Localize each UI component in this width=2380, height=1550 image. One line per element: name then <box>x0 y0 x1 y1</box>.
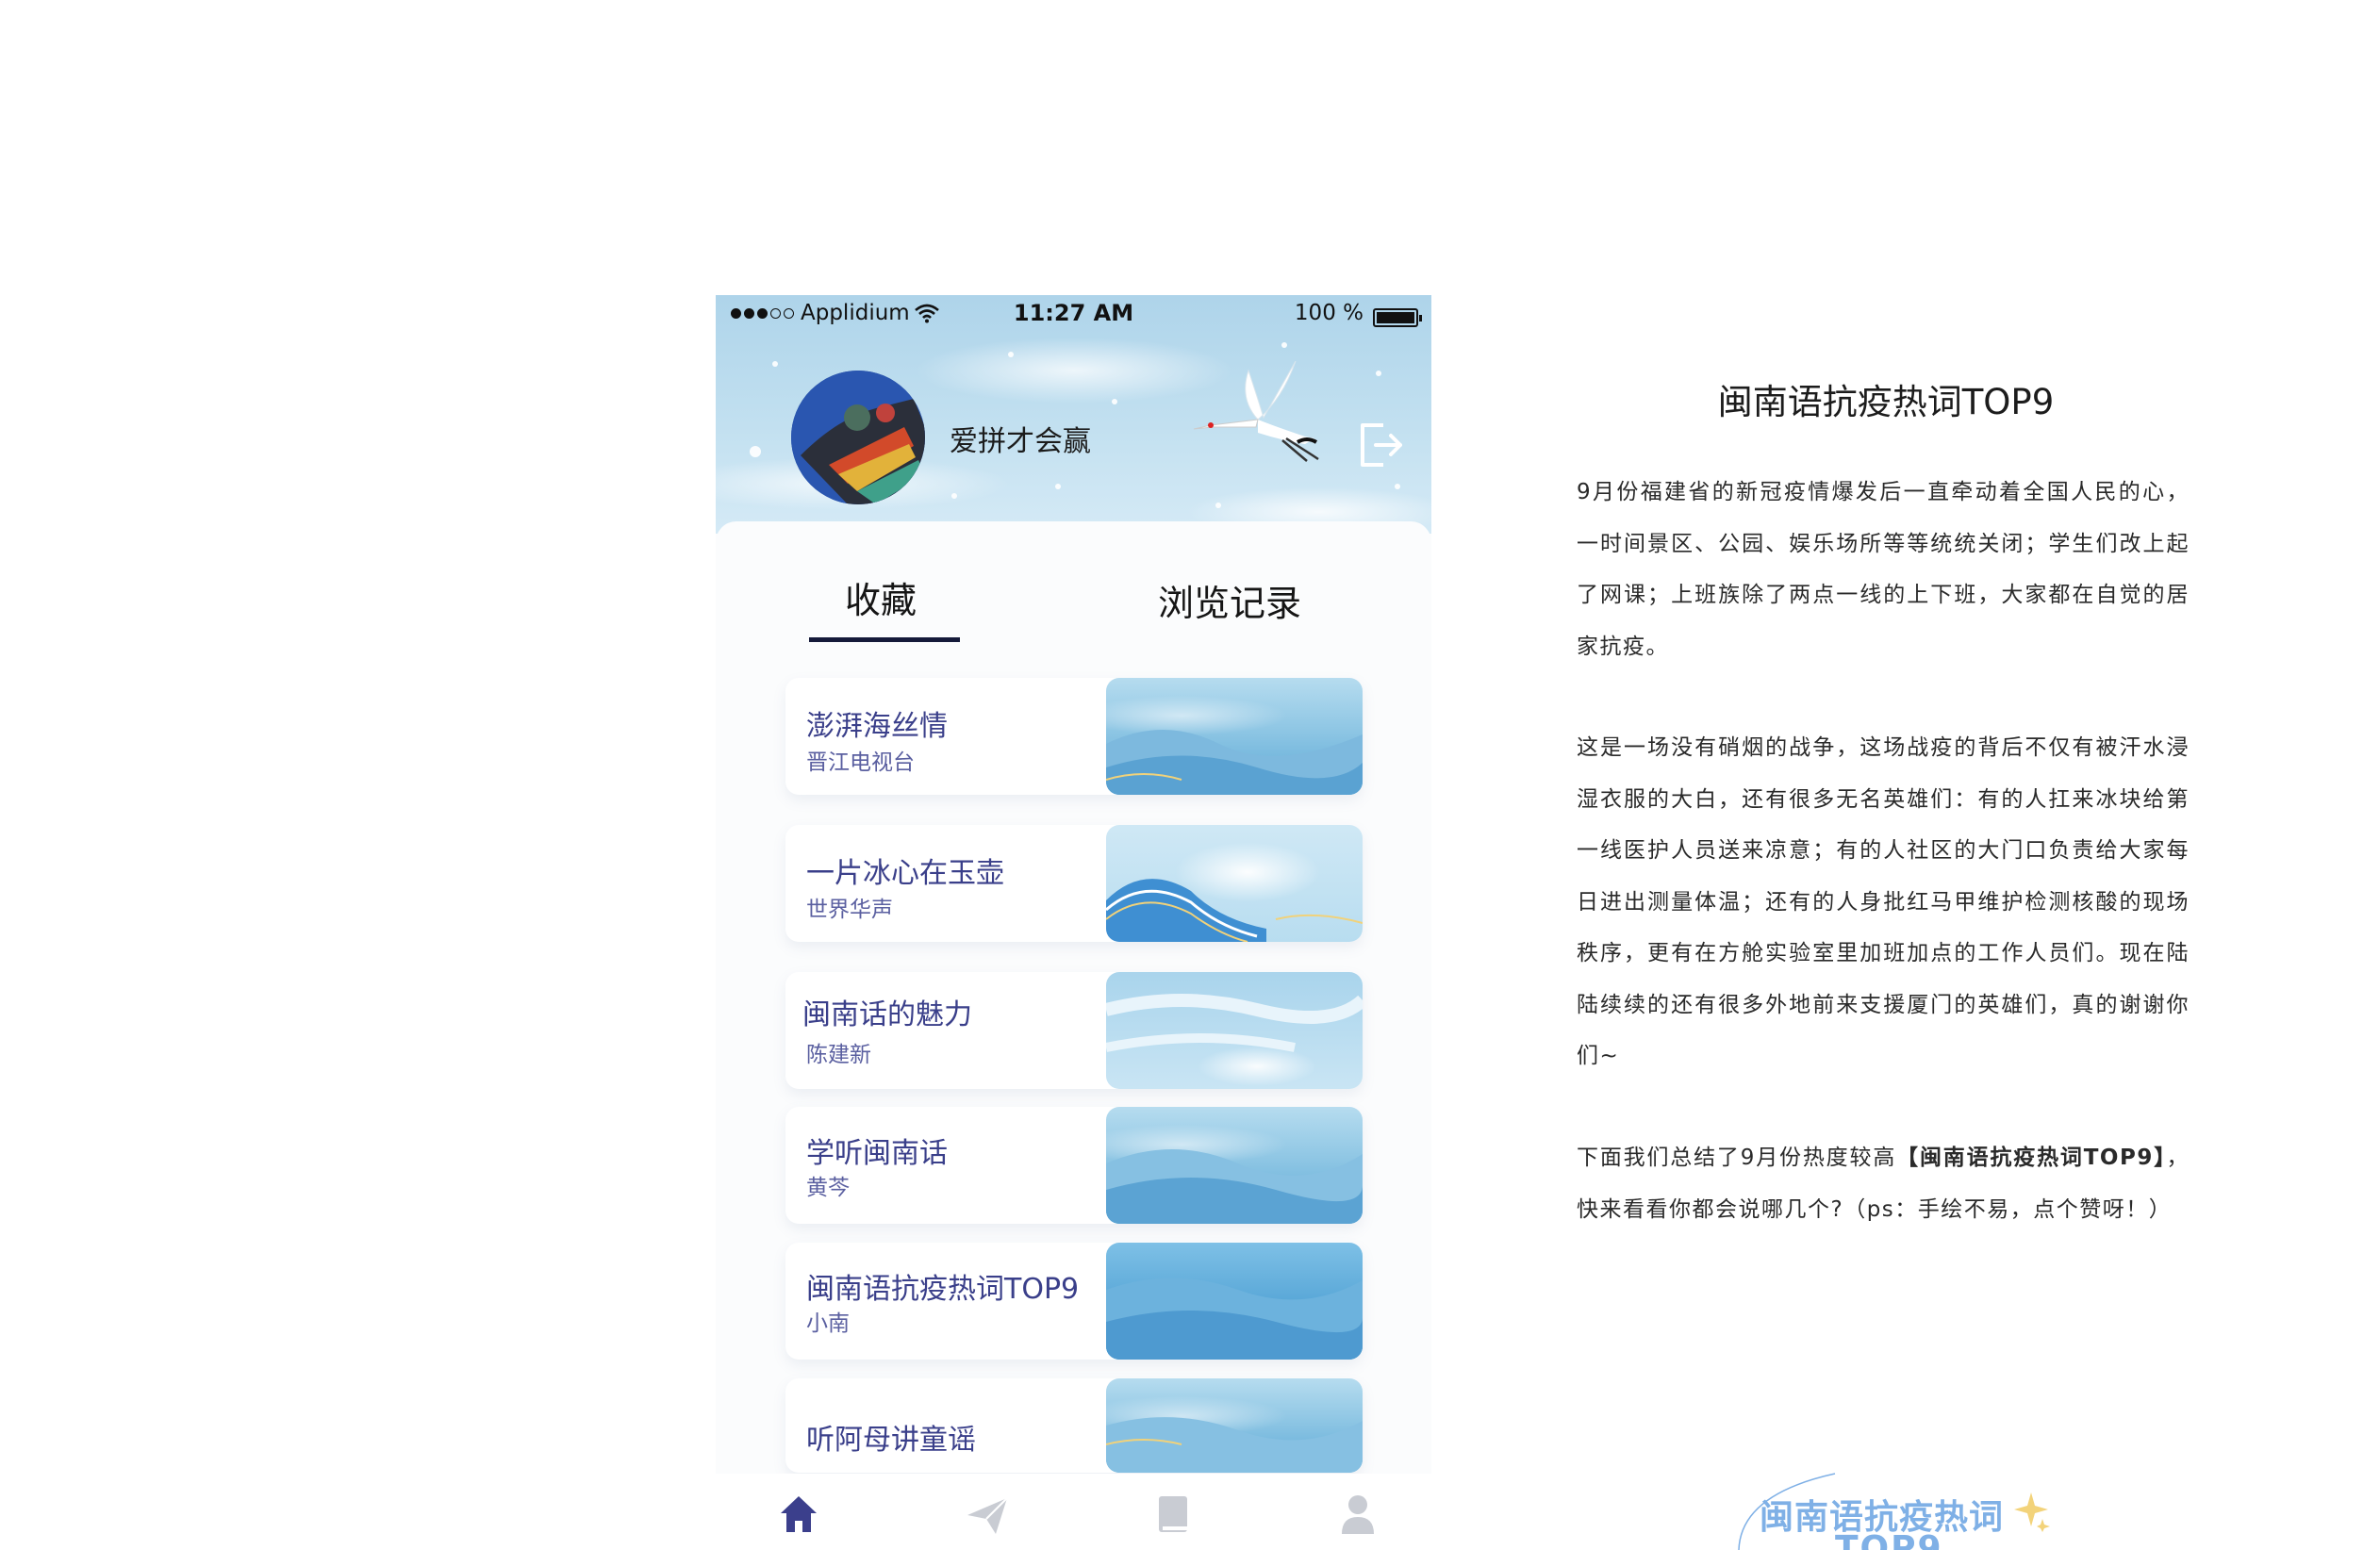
card-title: 听阿母讲童谣 <box>806 1424 976 1457</box>
card-thumbnail <box>1106 678 1363 795</box>
bottom-navigation <box>716 1474 1431 1550</box>
list-item[interactable]: 澎湃海丝情 晋江电视台 <box>785 678 1363 795</box>
article-paragraph: 这是一场没有硝烟的战争，这场战疫的背后不仅有被汗水浸湿衣服的大白，还有很多无名英… <box>1577 735 2190 1068</box>
list-item[interactable]: 一片冰心在玉壶 世界华声 <box>785 825 1363 942</box>
nav-library[interactable] <box>1149 1491 1197 1538</box>
paragraph-text: 下面我们总结了9月份热度较高 <box>1577 1146 1897 1170</box>
card-title: 闽南语抗疫热词TOP9 <box>806 1273 1080 1306</box>
card-title: 闽南话的魅力 <box>802 998 972 1031</box>
user-icon <box>1342 1495 1374 1534</box>
article-paragraph: 下面我们总结了9月份热度较高【闽南语抗疫热词TOP9】，快来看看你都会说哪几个?… <box>1577 1132 2190 1235</box>
card-thumbnail <box>1106 1107 1363 1224</box>
list-item[interactable]: 闽南语抗疫热词TOP9 小南 <box>785 1243 1363 1360</box>
home-icon <box>781 1496 817 1532</box>
card-author: 世界华声 <box>806 898 893 922</box>
nav-profile[interactable] <box>1334 1491 1381 1538</box>
list-item[interactable]: 闽南话的魅力 陈建新 <box>785 972 1363 1089</box>
nav-discover[interactable] <box>964 1491 1011 1538</box>
card-author: 黄芩 <box>806 1176 850 1200</box>
article-title: 闽南语抗疫热词TOP9 <box>1717 382 2055 422</box>
nav-home[interactable] <box>775 1491 822 1538</box>
card-author: 晋江电视台 <box>806 750 915 775</box>
badge-subtitle: TOP9 <box>1835 1529 1943 1550</box>
phone-screen: Applidium 11:27 AM 100 % 爱拼才会赢 收藏 浏览记录 澎… <box>716 295 1431 1550</box>
send-icon <box>967 1497 1008 1534</box>
card-thumbnail <box>1106 972 1363 1089</box>
highlighted-title: 【闽南语抗疫热词TOP9】 <box>1896 1146 2167 1170</box>
card-title: 学听闽南话 <box>806 1137 948 1170</box>
card-thumbnail <box>1106 825 1363 942</box>
card-author: 小南 <box>806 1311 850 1336</box>
favorites-list: 澎湃海丝情 晋江电视台 一片冰心在玉壶 世界华声 闽南话的魅力 陈建新 学听闽南… <box>716 295 1431 1550</box>
book-icon <box>1159 1496 1187 1532</box>
list-item[interactable]: 学听闽南话 黄芩 <box>785 1107 1363 1224</box>
article-paragraph: 9月份福建省的新冠疫情爆发后一直牵动着全国人民的心，一时间景区、公园、娱乐场所等… <box>1577 480 2190 659</box>
card-thumbnail <box>1106 1378 1363 1473</box>
card-author: 陈建新 <box>806 1043 871 1067</box>
title-badge: 闽南语抗疫热词 TOP9 <box>1731 1466 2063 1550</box>
list-item[interactable]: 听阿母讲童谣 <box>785 1378 1363 1473</box>
card-title: 澎湃海丝情 <box>806 710 948 743</box>
sparkle-icon <box>2014 1492 2050 1532</box>
stage: Applidium 11:27 AM 100 % 爱拼才会赢 收藏 浏览记录 澎… <box>0 0 2380 1550</box>
card-thumbnail <box>1106 1243 1363 1360</box>
card-title: 一片冰心在玉壶 <box>806 857 1004 890</box>
